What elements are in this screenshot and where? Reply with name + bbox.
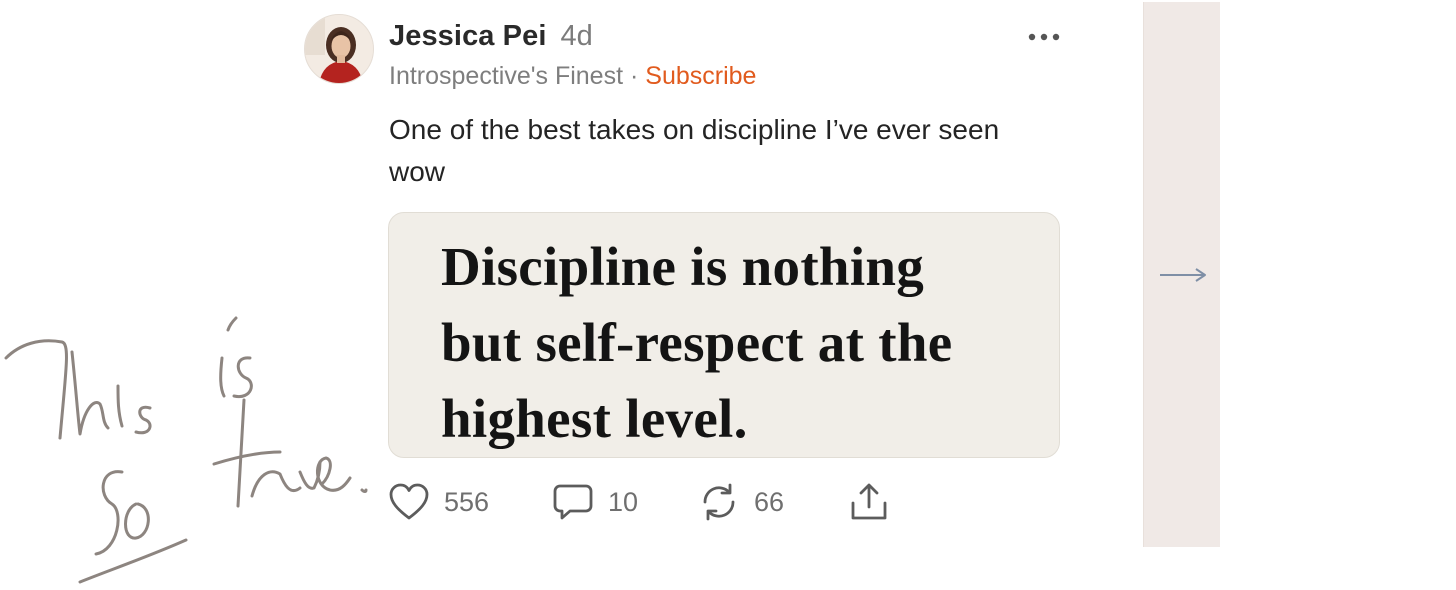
side-panel <box>1143 2 1220 547</box>
next-button[interactable] <box>1158 264 1208 286</box>
comment-button[interactable]: 10 <box>552 482 698 522</box>
quote-line: highest level. <box>441 388 748 449</box>
restack-icon <box>703 483 735 521</box>
author-name[interactable]: Jessica Pei <box>389 20 547 53</box>
more-dots-icon <box>1028 33 1060 41</box>
handwritten-annotation <box>4 316 368 584</box>
quote-image-text: Discipline is nothing but self-respect a… <box>441 229 1051 457</box>
subscribe-link[interactable]: Subscribe <box>645 62 756 90</box>
publication-name[interactable]: Introspective's Finest <box>389 62 623 90</box>
avatar[interactable] <box>304 14 374 84</box>
share-icon <box>851 483 887 520</box>
post-body-text: One of the best takes on discipline I’ve… <box>389 114 1000 187</box>
arrow-right-icon <box>1160 268 1206 282</box>
author-row: Jessica Pei 4d <box>389 20 593 56</box>
comment-count: 10 <box>608 486 639 517</box>
action-bar: 556 10 66 <box>388 480 890 524</box>
more-options-button[interactable] <box>1024 24 1064 50</box>
quote-line: but self-respect at the <box>441 312 953 373</box>
avatar-photo <box>305 15 373 83</box>
like-count: 556 <box>444 486 490 517</box>
quote-image[interactable]: Discipline is nothing but self-respect a… <box>388 212 1060 458</box>
post-timestamp[interactable]: 4d <box>561 20 593 53</box>
restack-button[interactable]: 66 <box>698 482 848 522</box>
comment-icon <box>553 484 593 520</box>
restack-count: 66 <box>754 486 785 517</box>
publication-row: Introspective's Finest · Subscribe <box>389 62 756 91</box>
quote-line: Discipline is nothing <box>441 236 925 297</box>
separator-dot: · <box>630 62 639 90</box>
like-button[interactable]: 556 <box>388 482 552 522</box>
share-button[interactable] <box>848 482 890 522</box>
